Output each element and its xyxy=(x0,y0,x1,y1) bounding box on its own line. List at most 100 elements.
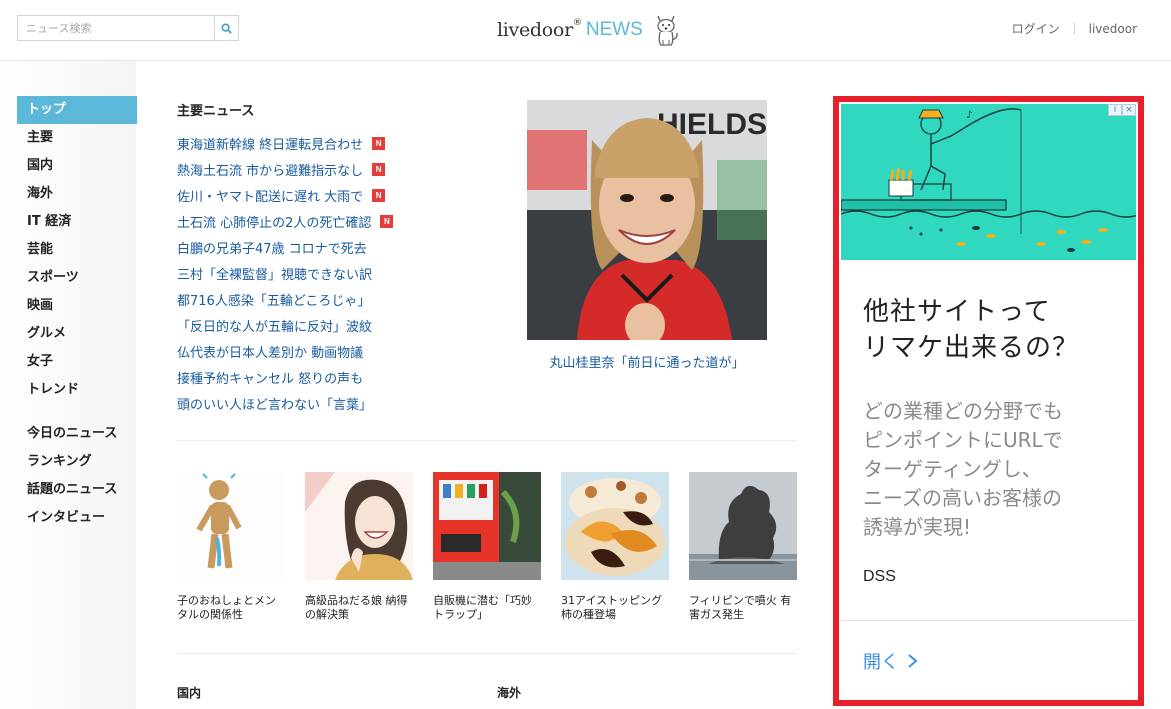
list-item: 三村「全裸監督」視聴できない訳 xyxy=(177,260,507,286)
sidebar-item-sports[interactable]: スポーツ xyxy=(17,264,137,292)
headline-link[interactable]: 「反日的な人が五輪に反対」波紋 xyxy=(177,316,372,335)
header-links: ログイン livedoor xyxy=(1012,20,1137,37)
sidebar-item-overseas[interactable]: 海外 xyxy=(17,180,137,208)
sidebar-item-ranking[interactable]: ランキング xyxy=(17,448,137,476)
headline-link[interactable]: 土石流 心肺停止の2人の死亡確認 xyxy=(177,212,371,231)
feature-photo-image: HIELDS xyxy=(527,100,767,340)
logo-livedoor: livedoor xyxy=(497,19,573,41)
section-title-domestic: 国内 xyxy=(177,686,202,700)
thumbnail-card[interactable]: 子のおねしょとメンタルの関係性 xyxy=(177,472,285,622)
ad-body-text: どの業種どの分野でも ピンポイントにURLで ターゲティングし、 ニーズの高いお客様の… xyxy=(863,399,1063,539)
new-badge: N xyxy=(372,162,386,176)
list-item: 接種予約キャンセル 怒りの声も xyxy=(177,364,507,390)
site-logo[interactable]: livedoor ® NEWS xyxy=(497,10,680,50)
search-button[interactable] xyxy=(214,16,238,40)
wooden-figure-image xyxy=(177,472,285,580)
ad-divider xyxy=(841,620,1136,621)
vending-machine-image xyxy=(433,472,541,580)
ad-info-icon[interactable]: i xyxy=(1108,104,1122,116)
list-item: 仏代表が日本人差別か 動画物議 xyxy=(177,338,507,364)
list-item: 東海道新幹線 終日運転見合わせ N xyxy=(177,130,507,156)
headline-link[interactable]: 接種予約キャンセル 怒りの声も xyxy=(177,368,363,387)
new-badge: N xyxy=(380,214,394,228)
content-divider xyxy=(177,653,797,654)
dog-mascot-icon xyxy=(657,15,678,46)
sidebar-item-today-news[interactable]: 今日のニュース xyxy=(17,420,137,448)
feature-photo[interactable]: HIELDS xyxy=(527,100,767,340)
sidebar-item-topical-news[interactable]: 話題のニュース xyxy=(17,476,137,504)
headline-link[interactable]: 頭のいい人ほど言わない「言葉」 xyxy=(177,394,372,413)
category-sidebar: トップ 主要 国内 海外 IT 経済 芸能 スポーツ 映画 グルメ 女子 トレン… xyxy=(17,96,137,532)
search-icon xyxy=(221,22,232,34)
thumbnail-caption: 31アイストッピング 柿の種登場 xyxy=(561,594,663,621)
thumbnail-row: 子のおねしょとメンタルの関係性 高級品ねだる娘 納得の解決策 自販機に潜む「巧妙… xyxy=(177,472,807,622)
sidebar-item-women[interactable]: 女子 xyxy=(17,348,137,376)
sidebar-item-gourmet[interactable]: グルメ xyxy=(17,320,137,348)
livedoor-link[interactable]: livedoor xyxy=(1089,22,1137,36)
header-separator xyxy=(1073,22,1075,35)
headline-link[interactable]: 三村「全裸監督」視聴できない訳 xyxy=(177,264,372,283)
list-item: 「反日的な人が五輪に反対」波紋 xyxy=(177,312,507,338)
ad-open-button[interactable]: 開く xyxy=(863,648,919,674)
list-item: 白鵬の兄弟子47歳 コロナで死去 xyxy=(177,234,507,260)
thumbnail-card[interactable]: 自販機に潜む「巧妙トラップ」 xyxy=(433,472,541,622)
thumbnail-image xyxy=(561,472,669,580)
sidebar-item-major[interactable]: 主要 xyxy=(17,124,137,152)
sidebar-item-interview[interactable]: インタビュー xyxy=(17,504,137,532)
thumbnail-image xyxy=(305,472,413,580)
list-item: 熱海土石流 市から避難指示なし N xyxy=(177,156,507,182)
search-box xyxy=(17,15,239,41)
thumbnail-image xyxy=(177,472,285,580)
ice-cream-topping-image xyxy=(561,472,669,580)
list-item: 都716人感染「五輪どころじゃ」 xyxy=(177,286,507,312)
fishing-man-illustration: ♪ xyxy=(841,104,1136,260)
thumbnail-card[interactable]: 高級品ねだる娘 納得の解決策 xyxy=(305,472,413,622)
content-divider xyxy=(177,440,797,441)
feature-caption-link[interactable]: 丸山桂里奈「前日に通った道が」 xyxy=(527,352,767,371)
ad-banner[interactable]: ♪ i × 他社サイトって リマケ出来るの？ どの業種どの分野でも ピンポイントにU… xyxy=(833,96,1144,706)
list-item: 土石流 心肺停止の2人の死亡確認 N xyxy=(177,208,507,234)
headline-link[interactable]: 仏代表が日本人差別か 動画物議 xyxy=(177,342,363,361)
sidebar-item-domestic[interactable]: 国内 xyxy=(17,152,137,180)
list-item: 頭のいい人ほど言わない「言葉」 xyxy=(177,390,507,416)
sidebar-item-trend[interactable]: トレンド xyxy=(17,376,137,404)
site-header: livedoor ® NEWS ログイン livedoor xyxy=(0,0,1171,61)
new-badge: N xyxy=(372,136,386,150)
list-item: 佐川・ヤマト配送に遅れ 大雨で N xyxy=(177,182,507,208)
sidebar-item-top[interactable]: トップ xyxy=(17,96,137,124)
thumbnail-image xyxy=(433,472,541,580)
logo-registered-mark: ® xyxy=(572,18,582,28)
section-title-overseas: 海外 xyxy=(497,686,522,700)
ad-close-icon[interactable]: × xyxy=(1122,104,1136,116)
thumbnail-card[interactable]: 31アイストッピング 柿の種登場 xyxy=(561,472,669,622)
section-title-major-news: 主要ニュース xyxy=(177,104,255,119)
thumbnail-caption: フィリピンで噴火 有害ガス発生 xyxy=(689,594,792,621)
sidebar-item-entertainment[interactable]: 芸能 xyxy=(17,236,137,264)
thumbnail-caption: 自販機に潜む「巧妙トラップ」 xyxy=(433,594,532,621)
headline-link[interactable]: 白鵬の兄弟子47歳 コロナで死去 xyxy=(177,238,367,257)
sidebar-item-it-economy[interactable]: IT 経済 xyxy=(17,208,137,236)
headline-list: 東海道新幹線 終日運転見合わせ N 熱海土石流 市から避難指示なし N 佐川・ヤマト… xyxy=(177,130,507,416)
illustrated-woman-image xyxy=(305,472,413,580)
thumbnail-caption: 子のおねしょとメンタルの関係性 xyxy=(177,594,276,621)
thumbnail-caption: 高級品ねだる娘 納得の解決策 xyxy=(305,594,408,621)
ad-brand: DSS xyxy=(863,568,896,585)
chevron-right-icon xyxy=(908,654,918,668)
search-input[interactable] xyxy=(18,16,214,40)
sidebar-item-movies[interactable]: 映画 xyxy=(17,292,137,320)
headline-link[interactable]: 佐川・ヤマト配送に遅れ 大雨で xyxy=(177,186,363,205)
ad-choices[interactable]: i × xyxy=(1108,104,1136,116)
new-badge: N xyxy=(372,188,386,202)
headline-link[interactable]: 都716人感染「五輪どころじゃ」 xyxy=(177,290,370,309)
music-note-icon: ♪ xyxy=(966,110,972,121)
headline-link[interactable]: 東海道新幹線 終日運転見合わせ xyxy=(177,134,363,153)
thumbnail-card[interactable]: フィリピンで噴火 有害ガス発生 xyxy=(689,472,797,622)
thumbnail-image xyxy=(689,472,797,580)
login-link[interactable]: ログイン xyxy=(1012,20,1060,37)
ad-title: 他社サイトって リマケ出来るの？ xyxy=(863,297,1080,363)
logo-news: NEWS xyxy=(585,19,643,40)
ad-open-label: 開く xyxy=(863,652,899,673)
volcano-eruption-image xyxy=(689,472,797,580)
headline-link[interactable]: 熱海土石流 市から避難指示なし xyxy=(177,160,363,179)
